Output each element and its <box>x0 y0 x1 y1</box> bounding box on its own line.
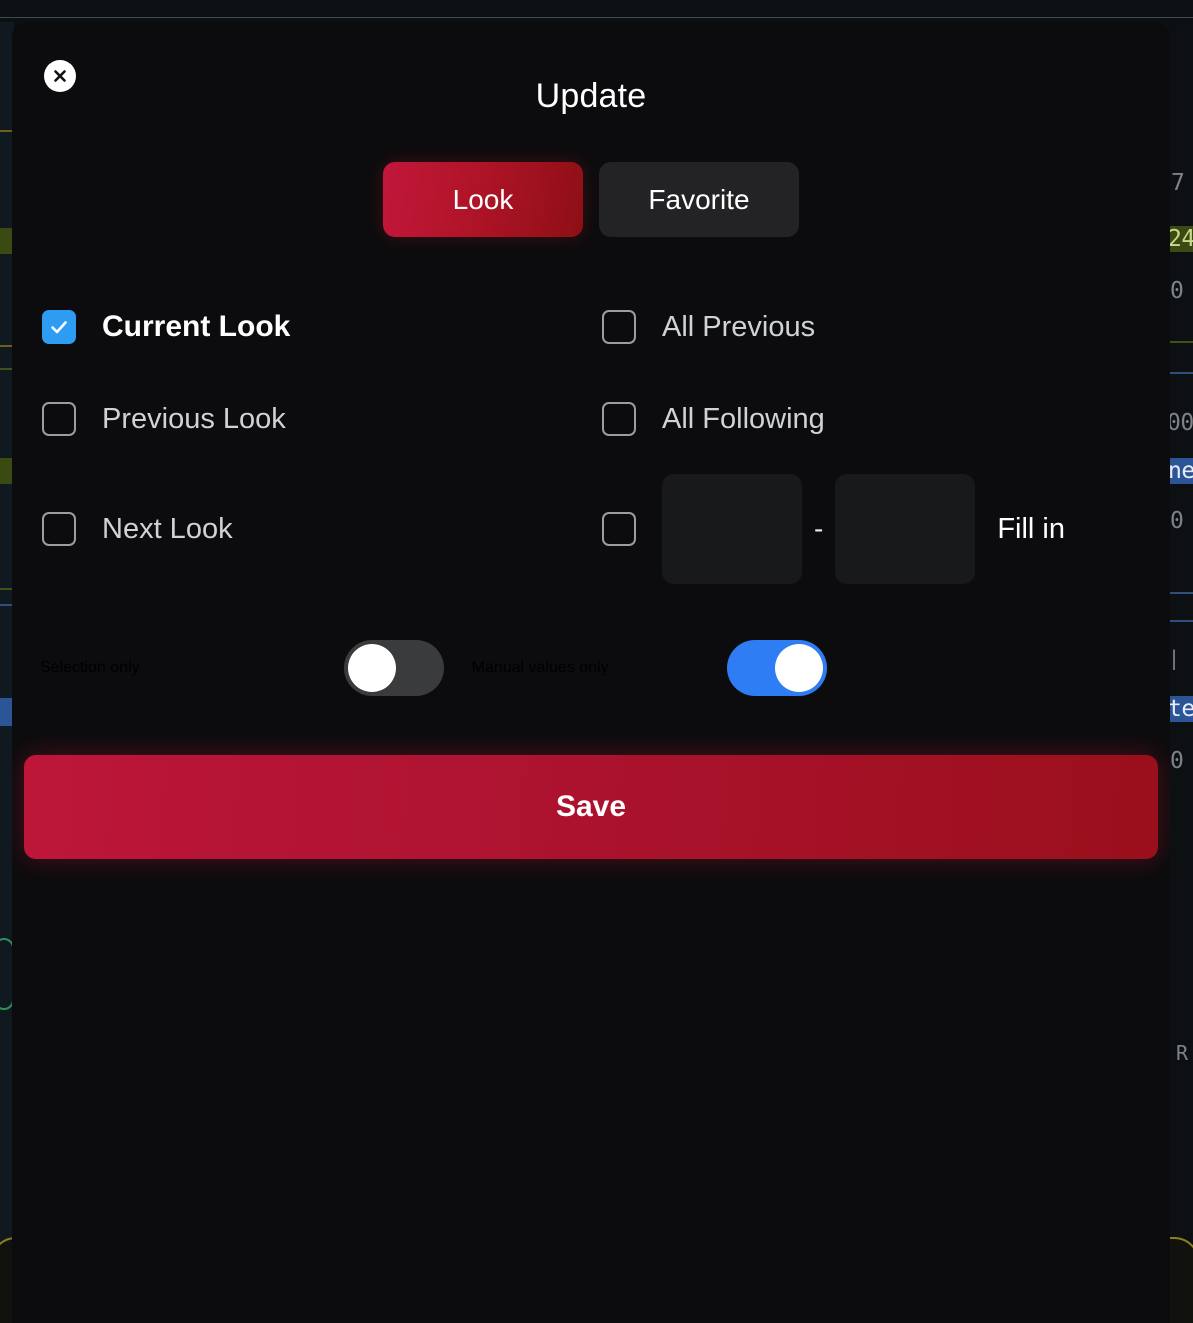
checkbox-cell[interactable]: Next Look <box>42 512 602 546</box>
checkbox-label-all-following: All Following <box>662 402 825 435</box>
bg-rule <box>1166 372 1193 374</box>
checkbox-row: Next Look - Fill in <box>42 465 1140 593</box>
editor-top-divider <box>0 17 1193 18</box>
checkbox-row: Previous Look All Following <box>42 373 1140 465</box>
screen: 7 24 0 00 ne 0 | . tex 0 R Update <box>0 0 1193 1323</box>
range-cell: - Fill in <box>602 474 1140 584</box>
toggle-selection-only[interactable] <box>343 640 444 696</box>
bg-line-number: 00 <box>1167 410 1193 436</box>
mode-segmented-control: Look Favorite <box>12 162 1170 237</box>
bg-line-number: 0 <box>1170 508 1184 534</box>
toggle-manual-values-only[interactable] <box>726 640 827 696</box>
bg-line-number: 0 <box>1170 278 1184 304</box>
range-inputs: - Fill in <box>662 474 1065 584</box>
checkbox-row: Current Look All Previous <box>42 281 1140 373</box>
bg-rule <box>1166 341 1193 343</box>
bg-rule <box>1166 620 1193 622</box>
bg-code-fragment: 24 <box>1166 226 1193 252</box>
update-modal: Update Look Favorite Current Look All Pr… <box>12 22 1170 1323</box>
bg-rule <box>0 368 12 370</box>
checkbox-cell[interactable]: All Previous <box>602 310 1140 344</box>
bg-code-fragment: | . <box>1168 646 1180 670</box>
checkbox-cell[interactable]: All Following <box>602 402 1140 436</box>
modal-title: Update <box>535 77 647 115</box>
checkbox-cell[interactable]: Previous Look <box>42 402 602 436</box>
bg-line-number: 7 <box>1171 170 1185 196</box>
checkbox-label-current-look: Current Look <box>102 310 291 343</box>
toggle-knob <box>774 644 823 692</box>
checkbox-previous-look[interactable] <box>42 402 76 436</box>
checkbox-current-look[interactable] <box>42 310 76 344</box>
toggle-knob <box>347 644 396 692</box>
toggle-label-manual-values-only: Manual values only <box>471 659 609 676</box>
bg-code-fragment: tex <box>1166 696 1193 722</box>
bg-line-number: 0 <box>1170 748 1184 774</box>
checkbox-all-following[interactable] <box>602 402 636 436</box>
checkbox-next-look[interactable] <box>42 512 76 546</box>
tab-favorite[interactable]: Favorite <box>599 162 799 237</box>
checkbox-label-all-previous: All Previous <box>662 310 816 343</box>
bg-rule <box>1166 592 1193 594</box>
bg-code-fragment: R <box>1176 1041 1188 1065</box>
toggle-label-selection-only: Selection only <box>40 659 140 676</box>
checkbox-label-next-look: Next Look <box>102 512 233 545</box>
scope-checkbox-grid: Current Look All Previous Previous Look … <box>12 281 1170 593</box>
options-toggle-row: Selection only Manual values only <box>12 621 1170 715</box>
tab-look[interactable]: Look <box>383 162 583 237</box>
save-button[interactable]: Save <box>24 755 1158 859</box>
range-separator: - <box>814 513 824 544</box>
bg-code-fragment: ne <box>1166 458 1193 484</box>
save-button-container: Save <box>12 755 1170 859</box>
modal-header: Update <box>12 22 1170 138</box>
fill-in-label: Fill in <box>997 512 1065 545</box>
range-from-input[interactable] <box>662 474 802 584</box>
checkbox-all-previous[interactable] <box>602 310 636 344</box>
checkbox-cell[interactable]: Current Look <box>42 310 602 344</box>
range-to-input[interactable] <box>835 474 976 584</box>
checkbox-label-previous-look: Previous Look <box>102 402 286 435</box>
checkbox-range[interactable] <box>602 512 636 546</box>
